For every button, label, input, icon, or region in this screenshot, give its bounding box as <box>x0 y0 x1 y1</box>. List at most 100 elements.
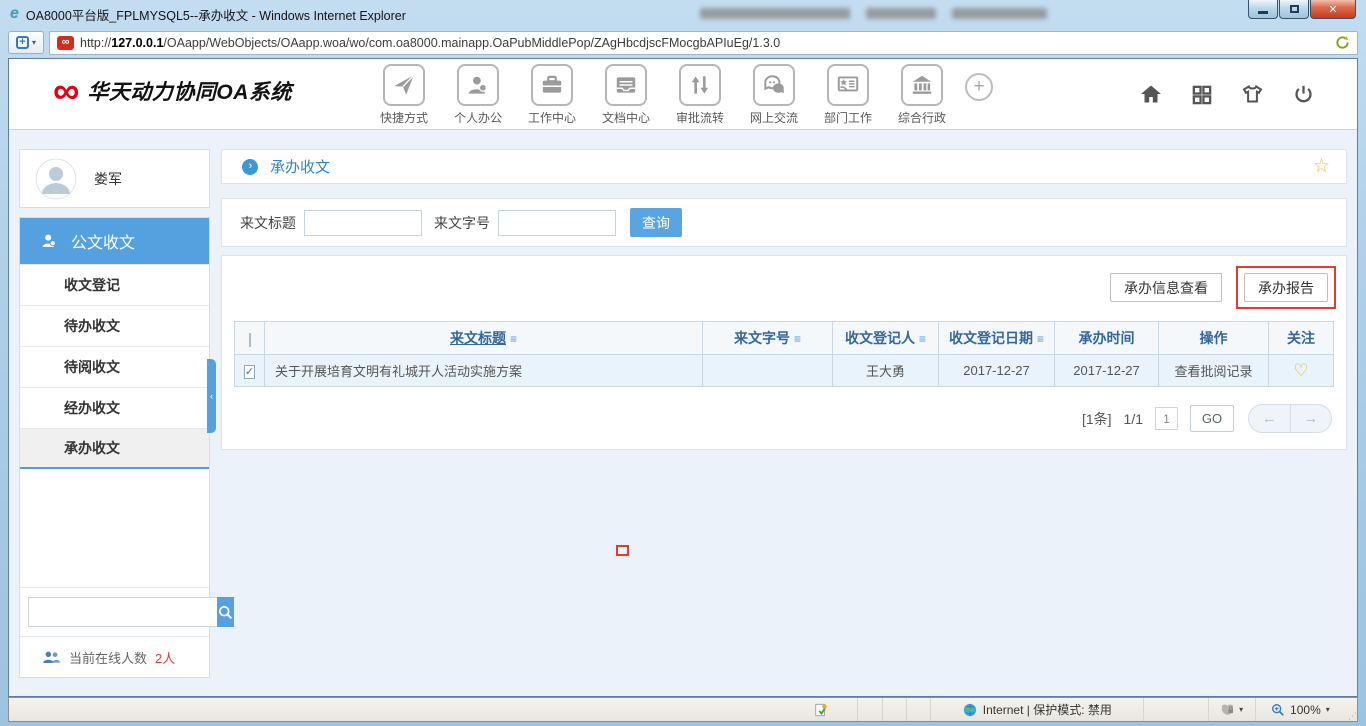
nav-approval-flow[interactable]: 审批流转 <box>669 64 731 126</box>
chevron-down-icon: ▾ <box>1239 705 1244 714</box>
minimize-button[interactable] <box>1248 0 1278 19</box>
filter-number-input[interactable] <box>498 209 616 236</box>
url-field[interactable]: ∞ http://127.0.0.1/OAapp/WebObjects/OAap… <box>49 30 1358 55</box>
sidebar: 娄军 公文收文 收文登记 待办收文 待阅收文 经办收文 承办收文 当前在线人数 … <box>19 149 234 678</box>
sidebar-item-pending[interactable]: 待办收文 <box>20 305 209 346</box>
theme-tshirt-icon[interactable] <box>1240 82 1265 106</box>
maximize-button[interactable] <box>1279 0 1309 19</box>
close-icon: ✕ <box>1328 3 1338 16</box>
briefcase-icon <box>542 75 562 93</box>
chat-icon <box>764 75 784 94</box>
window-title: OA8000平台版_FPLMYSQL5--承办收文 - Windows Inte… <box>25 8 406 23</box>
sidebar-collapse-handle[interactable]: ‹ <box>207 359 216 433</box>
next-page-button[interactable]: → <box>1291 405 1332 432</box>
cell-registrant: 王大勇 <box>832 354 939 387</box>
sidebar-menu: 公文收文 收文登记 待办收文 待阅收文 经办收文 承办收文 当前在线人数 2人 <box>19 217 234 678</box>
col-number: 来文字号 ≡ <box>702 321 833 355</box>
url-text[interactable]: http://127.0.0.1/OAapp/WebObjects/OAapp.… <box>80 36 780 50</box>
pagination: [1条] 1/1 GO ← → <box>222 387 1346 445</box>
col-title: 来文标题 ≡ <box>264 321 703 355</box>
avatar <box>35 158 77 199</box>
refresh-button[interactable] <box>1335 35 1350 50</box>
select-all-checkbox[interactable] <box>248 333 251 347</box>
favorite-star-icon[interactable]: ☆ <box>1313 155 1330 178</box>
go-button[interactable]: GO <box>1190 405 1234 432</box>
menu-filler <box>20 469 209 587</box>
main-content: › 承办收文 ☆ 来文标题 来文字号 查询 承办信息查看 承办报告 来文标题 ≡… <box>221 149 1347 696</box>
undertake-report-button[interactable]: 承办报告 <box>1244 273 1328 302</box>
nav-department-work[interactable]: 部门工作 <box>817 64 879 126</box>
zoom-level: 100% <box>1290 702 1321 717</box>
heart-icon[interactable]: ♡ <box>1293 361 1308 380</box>
zoom-magnifier-icon <box>1272 703 1284 716</box>
sidebar-search-input[interactable] <box>28 597 217 627</box>
nav-admin-affairs[interactable]: 综合行政 <box>891 64 953 126</box>
col-handle-date: 承办时间 <box>1054 321 1159 355</box>
chevron-down-icon: ▾ <box>1325 705 1330 714</box>
page-body: 娄军 公文收文 收文登记 待办收文 待阅收文 经办收文 承办收文 当前在线人数 … <box>9 131 1357 696</box>
query-button[interactable]: 查询 <box>630 208 682 237</box>
page-number-input[interactable] <box>1155 407 1178 430</box>
nav-work-center[interactable]: 工作中心 <box>521 64 583 126</box>
col-reg-date: 收文登记日期 ≡ <box>938 321 1055 355</box>
browser-window: e OA8000平台版_FPLMYSQL5--承办收文 - Windows In… <box>0 0 1366 726</box>
sort-icon[interactable]: ≡ <box>1037 332 1044 346</box>
infinity-logo-icon: ∞ <box>53 70 80 111</box>
address-bar: + ▾ ∞ http://127.0.0.1/OAapp/WebObjects/… <box>8 29 1358 56</box>
filter-number-label: 来文字号 <box>434 214 490 231</box>
col-follow: 关注 <box>1268 321 1334 355</box>
window-controls: ✕ <box>1247 0 1356 19</box>
sidebar-item-handled[interactable]: 经办收文 <box>20 387 209 428</box>
apps-grid-icon[interactable] <box>1190 83 1213 106</box>
script-status-icon <box>815 703 827 716</box>
filter-title-input[interactable] <box>304 209 422 236</box>
prev-page-button[interactable]: ← <box>1249 405 1291 432</box>
total-count: [1条] <box>1081 410 1112 427</box>
add-app-button[interactable]: + <box>965 73 993 101</box>
col-operation: 操作 <box>1158 321 1269 355</box>
sidebar-item-undertake[interactable]: 承办收文 <box>20 428 209 469</box>
add-tab-button[interactable]: + ▾ <box>8 31 44 54</box>
nav-online-chat[interactable]: 网上交流 <box>743 64 805 126</box>
filter-title-label: 来文标题 <box>240 214 296 231</box>
breadcrumb-arrow-icon: › <box>242 158 258 175</box>
sidebar-item-register[interactable]: 收文登记 <box>20 264 209 305</box>
cell-handle-date: 2017-12-27 <box>1054 354 1159 387</box>
sort-icon[interactable]: ≡ <box>794 332 801 346</box>
user-card: 娄军 <box>19 149 210 208</box>
nav-document-center[interactable]: 文档中心 <box>595 64 657 126</box>
annotation-red-box: 承办报告 <box>1236 266 1336 309</box>
app-header: ∞ 华天动力协同OA系统 快捷方式 个人办公 工作中心 文档中心 审批流转 网上… <box>9 59 1357 130</box>
plus-icon: + <box>973 76 985 97</box>
annotation-red-square <box>616 545 629 556</box>
status-left <box>9 698 834 721</box>
power-icon[interactable] <box>1292 83 1315 106</box>
breadcrumb: 承办收文 <box>270 159 331 176</box>
status-bar: Internet | 保护模式: 禁用 ▾ 100% ▾ ⋰ <box>8 697 1358 722</box>
nav-personal-office[interactable]: 个人办公 <box>447 64 509 126</box>
sidebar-item-to-read[interactable]: 待阅收文 <box>20 346 209 387</box>
people-icon <box>43 651 61 663</box>
close-button[interactable]: ✕ <box>1310 0 1356 19</box>
breadcrumb-bar: › 承办收文 ☆ <box>221 149 1347 184</box>
online-count: 2人 <box>155 650 176 666</box>
paper-plane-icon <box>394 74 415 95</box>
row-checkbox[interactable]: ✓ <box>243 365 256 379</box>
compatibility-control[interactable]: ▾ <box>1209 698 1256 721</box>
sidebar-section-receive-docs[interactable]: 公文收文 <box>20 218 209 264</box>
header-actions <box>1139 82 1315 106</box>
ie-logo-icon: e <box>10 5 19 22</box>
resize-grip[interactable]: ⋰ <box>1345 698 1357 721</box>
view-undertake-info-button[interactable]: 承办信息查看 <box>1110 273 1222 302</box>
nav-quick-access[interactable]: 快捷方式 <box>373 64 435 126</box>
zoom-control[interactable]: 100% ▾ <box>1256 698 1346 721</box>
chevron-down-icon: ▾ <box>31 38 36 47</box>
view-review-record-link[interactable]: 查看批阅记录 <box>1158 354 1269 387</box>
online-users: 当前在线人数 2人 <box>20 636 209 677</box>
sort-icon[interactable]: ≡ <box>510 332 517 346</box>
department-icon <box>837 76 859 92</box>
home-icon[interactable] <box>1139 82 1163 106</box>
sort-icon[interactable]: ≡ <box>919 332 926 346</box>
title-bar: e OA8000平台版_FPLMYSQL5--承办收文 - Windows In… <box>0 0 1366 28</box>
background-window-blur <box>700 8 1047 19</box>
